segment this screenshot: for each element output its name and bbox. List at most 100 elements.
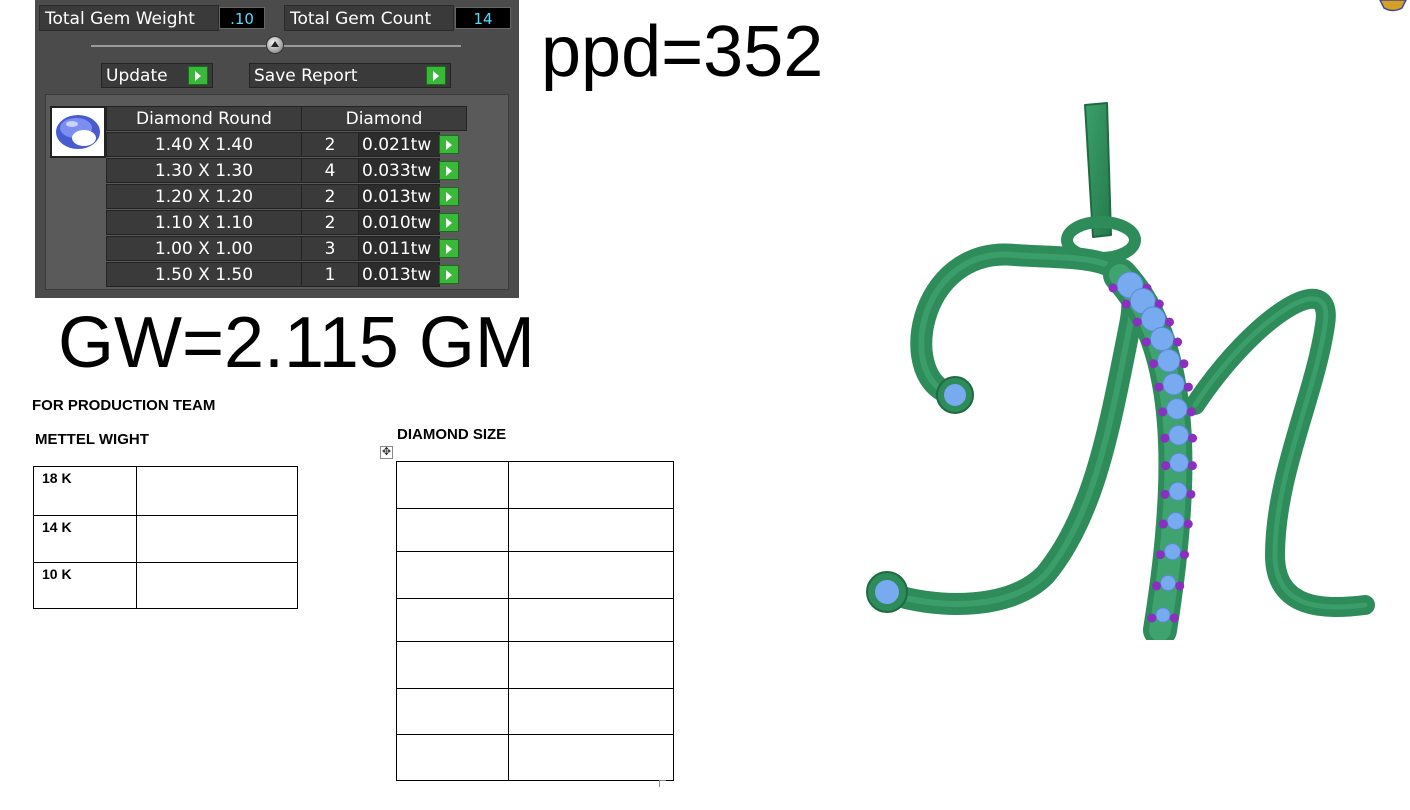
gem-thumbnail-icon[interactable] [50, 106, 106, 158]
diamond-count-cell[interactable] [508, 688, 674, 735]
blue-stone [1160, 574, 1177, 592]
table-row [396, 641, 674, 689]
gem-size-cell: 1.00 X 1.00 [106, 236, 302, 261]
purple-accent-stone [1160, 433, 1170, 443]
table-row [396, 598, 674, 642]
blue-stone [1157, 349, 1181, 373]
total-gem-weight-field[interactable]: .10 [219, 7, 265, 29]
metal-weight-table: 18 K 14 K 10 K [33, 466, 298, 609]
table-row [396, 551, 674, 599]
arrow-right-icon[interactable] [439, 135, 459, 154]
metal-weight-cell[interactable] [136, 466, 298, 516]
gem-weight-cell: 0.010tw [358, 210, 440, 235]
gem-count-cell: 2 [301, 184, 359, 209]
column-header-shape: Diamond Round [106, 106, 302, 131]
gem-count-cell: 3 [301, 236, 359, 261]
logo-icon [1379, 0, 1407, 12]
diamond-size-cell[interactable] [396, 688, 509, 735]
diamond-size-cell[interactable] [396, 508, 509, 552]
purple-accent-stone [1152, 581, 1162, 591]
update-button[interactable]: Update [101, 63, 213, 88]
blue-stone [1166, 398, 1188, 420]
purple-accent-stone [1108, 283, 1118, 293]
purple-accent-stone [1158, 519, 1168, 529]
arrow-right-icon[interactable] [439, 187, 459, 206]
purple-accent-stone [1155, 550, 1165, 560]
purple-accent-stone [1154, 382, 1164, 392]
table-row: 14 K [33, 515, 298, 563]
production-heading: FOR PRODUCTION TEAM [32, 397, 216, 414]
gem-report-panel: Total Gem Weight .10 Total Gem Count 14 … [35, 0, 519, 298]
save-report-button-label: Save Report [254, 66, 358, 86]
arrow-right-icon[interactable] [439, 265, 459, 284]
blue-stone [1155, 607, 1171, 623]
metal-weight-cell[interactable] [136, 515, 298, 563]
gem-count-cell: 1 [301, 262, 359, 287]
diamond-size-heading: DIAMOND SIZE [397, 426, 507, 443]
purple-accent-stone [1160, 489, 1170, 499]
update-button-label: Update [106, 66, 168, 86]
gem-size-cell: 1.40 X 1.40 [106, 132, 302, 157]
arrow-right-icon[interactable] [439, 161, 459, 180]
purple-accent-stone [1132, 317, 1142, 327]
save-report-button[interactable]: Save Report [249, 63, 451, 88]
blue-stone [1169, 452, 1189, 473]
arrow-right-icon[interactable] [426, 66, 446, 85]
purple-accent-stone [1187, 461, 1197, 471]
diamond-count-cell[interactable] [508, 598, 674, 642]
gem-count-cell: 4 [301, 158, 359, 183]
diamond-size-cell[interactable] [396, 461, 509, 509]
blue-stone [1168, 424, 1190, 446]
purple-accent-stone [1183, 519, 1193, 529]
purple-accent-stone [1164, 317, 1174, 327]
purple-accent-stone [1179, 359, 1189, 369]
gem-size-cell: 1.30 X 1.30 [106, 158, 302, 183]
table-row [396, 461, 674, 509]
slider-knob-icon[interactable] [266, 36, 284, 54]
diamond-size-cell[interactable] [396, 551, 509, 599]
diamond-size-cell[interactable] [396, 598, 509, 642]
arrow-right-icon[interactable] [439, 239, 459, 258]
total-gem-count-field[interactable]: 14 [455, 7, 511, 29]
table-resize-corner[interactable] [659, 780, 666, 787]
metal-weight-cell[interactable] [136, 562, 298, 609]
purple-accent-stone [1149, 359, 1159, 369]
blue-stone [1166, 512, 1185, 531]
metal-karat-cell: 14 K [33, 515, 137, 563]
purple-accent-stone [1173, 337, 1183, 347]
gross-weight-label: GW=2.115 GM [58, 303, 535, 383]
diamond-count-cell[interactable] [508, 641, 674, 689]
table-row: 18 K [33, 466, 298, 516]
purple-accent-stone [1169, 613, 1179, 623]
diamond-count-cell[interactable] [508, 551, 674, 599]
diamond-size-cell[interactable] [396, 641, 509, 689]
arrow-right-icon[interactable] [439, 213, 459, 232]
table-row: 10 K [33, 562, 298, 609]
gem-weight-cell: 0.021tw [358, 132, 440, 157]
purple-accent-stone [1158, 407, 1168, 417]
blue-stone [1149, 326, 1175, 352]
diamond-count-cell[interactable] [508, 734, 674, 781]
purple-accent-stone [1183, 382, 1193, 392]
ppd-label: ppd=352 [541, 12, 824, 92]
purple-accent-stone [1141, 337, 1151, 347]
column-header-type: Diamond [301, 106, 467, 131]
diamond-count-cell[interactable] [508, 461, 674, 509]
diamond-count-cell[interactable] [508, 508, 674, 552]
gem-weight-cell: 0.011tw [358, 236, 440, 261]
blue-stone [1163, 543, 1181, 561]
metal-karat-cell: 18 K [33, 466, 137, 516]
table-row [396, 688, 674, 735]
blue-stone [1162, 372, 1185, 396]
gem-count-cell: 2 [301, 210, 359, 235]
purple-accent-stone [1147, 613, 1157, 623]
total-gem-weight-label: Total Gem Weight [39, 5, 219, 31]
diamond-size-cell[interactable] [396, 734, 509, 781]
arrow-right-icon[interactable] [188, 66, 208, 85]
table-row [396, 734, 674, 781]
table-move-handle-icon[interactable]: ✥ [380, 446, 393, 459]
gem-table-area: Diamond Round Diamond 1.40 X 1.40 2 0.021t… [45, 94, 509, 290]
purple-accent-stone [1188, 433, 1198, 443]
diamond-size-table [396, 461, 674, 781]
blue-stone [1168, 481, 1188, 501]
